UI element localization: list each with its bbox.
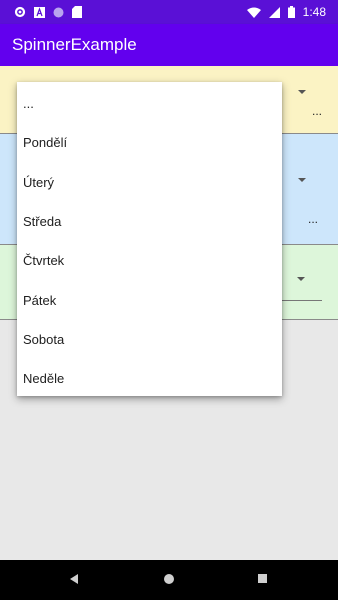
- app-bar: SpinnerExample: [0, 24, 338, 66]
- spinner-underline: [282, 300, 322, 301]
- status-left-icons: [14, 4, 82, 20]
- sd-card-icon: [72, 6, 82, 18]
- dropdown-arrow-icon[interactable]: [297, 277, 305, 281]
- home-icon[interactable]: [164, 574, 174, 584]
- status-bar: 1:48: [0, 0, 338, 24]
- dropdown-item[interactable]: Neděle: [23, 371, 64, 386]
- dropdown-item[interactable]: Středa: [23, 214, 61, 229]
- status-right-icons: 1:48: [246, 4, 326, 20]
- dropdown-item[interactable]: Pondělí: [23, 135, 67, 150]
- dropdown-item[interactable]: Sobota: [23, 332, 64, 347]
- status-time: 1:48: [302, 5, 326, 19]
- dropdown-arrow-icon[interactable]: [298, 90, 306, 94]
- signal-icon: [268, 6, 280, 18]
- back-icon[interactable]: [70, 574, 78, 584]
- dropdown-item[interactable]: Pátek: [23, 293, 56, 308]
- spinner-1-value: ...: [312, 104, 323, 118]
- spinner-2-value: ...: [308, 212, 319, 226]
- gear-icon: [14, 6, 26, 18]
- dropdown-item[interactable]: ...: [23, 96, 34, 111]
- wifi-icon: [246, 7, 261, 18]
- dropdown-arrow-icon[interactable]: [298, 178, 306, 182]
- recents-icon[interactable]: [258, 574, 267, 583]
- circle-icon: [53, 7, 64, 17]
- app-title: SpinnerExample: [12, 35, 137, 54]
- battery-icon: [287, 6, 295, 18]
- font-icon: [34, 6, 45, 18]
- spinner-dropdown-list: ... Pondělí Úterý Středa Čtvrtek Pátek S…: [17, 82, 282, 396]
- dropdown-item[interactable]: Úterý: [23, 175, 54, 190]
- dropdown-item[interactable]: Čtvrtek: [23, 253, 64, 268]
- navigation-bar: [0, 560, 338, 600]
